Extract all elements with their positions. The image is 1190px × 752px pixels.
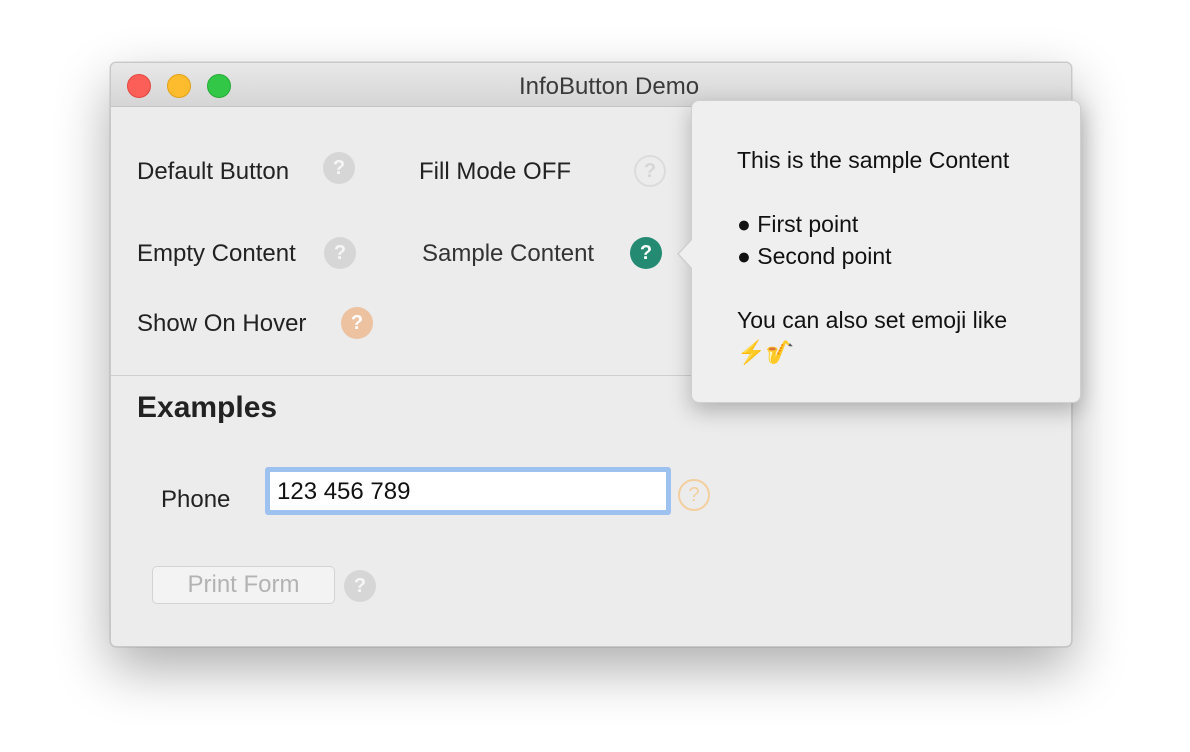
empty-content-label: Empty Content: [137, 240, 296, 267]
window-title: InfoButton Demo: [518, 73, 700, 100]
phone-input[interactable]: [270, 472, 666, 510]
sample-content-label: Sample Content: [422, 240, 595, 267]
default-button-label: Default Button: [137, 158, 290, 185]
popover-bullet-second: ● Second point: [737, 243, 892, 269]
phone-field[interactable]: [265, 467, 671, 515]
popover-intro-text: This is the sample Content: [737, 147, 1010, 173]
phone-info-button-icon[interactable]: ?: [678, 479, 710, 511]
fill-mode-label: Fill Mode OFF: [419, 158, 572, 185]
info-popover: This is the sample Content ● First point…: [677, 100, 1081, 403]
hover-info-button-icon[interactable]: ?: [341, 307, 373, 339]
popover-emoji-text: You can also set emoji like: [737, 307, 1008, 333]
show-on-hover-label: Show On Hover: [137, 310, 307, 337]
examples-heading: Examples: [137, 391, 278, 424]
default-info-button-icon[interactable]: ?: [323, 152, 355, 184]
fill-mode-info-button-icon[interactable]: ?: [634, 155, 666, 187]
print-form-button[interactable]: Print Form: [152, 566, 335, 604]
empty-content-info-button-icon[interactable]: ?: [324, 237, 356, 269]
popover-emoji: ⚡️🎷: [737, 339, 795, 365]
sample-content-info-button-icon[interactable]: ?: [630, 237, 662, 269]
popover-bullet-first: ● First point: [737, 211, 859, 237]
print-info-button-icon[interactable]: ?: [344, 570, 376, 602]
phone-label: Phone: [161, 486, 231, 513]
